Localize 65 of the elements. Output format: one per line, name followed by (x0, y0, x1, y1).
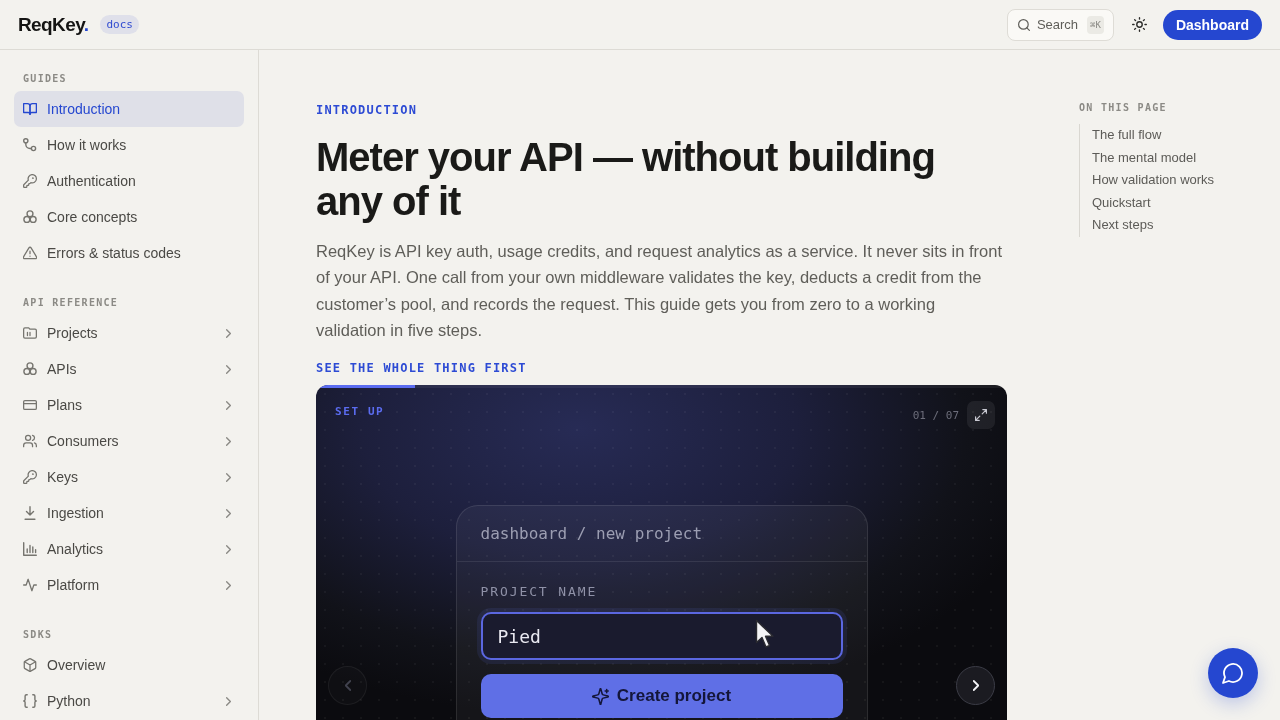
section-label: GUIDES (23, 73, 68, 85)
intro-paragraph: ReqKey is API key auth, usage credits, and request analytics as a service. It never sits in front of your API. One call from your own middleware validates the key, deducts a credit from the customer’s pool, and records the request. This guide gets you from zero to a working validation in five steps. (316, 241, 1003, 341)
search-icon (1017, 18, 1030, 31)
sidebar-item[interactable]: APIs (14, 351, 244, 387)
toc-link[interactable]: The full flow (1092, 127, 1162, 142)
shortcut-key: ⌘K (1087, 15, 1104, 34)
box-icon (23, 658, 37, 672)
toc-link[interactable]: How validation works (1092, 172, 1215, 187)
circles-icon (23, 210, 37, 224)
toc-link[interactable]: Next steps (1092, 217, 1154, 232)
chat-button[interactable] (1208, 648, 1258, 698)
nodes-icon (23, 138, 37, 152)
download-icon (23, 506, 37, 520)
book-icon (23, 102, 37, 116)
sidebar-item[interactable]: Platform (14, 567, 244, 603)
section-label: SEE THE WHOLE THING FIRST (316, 360, 528, 377)
key-icon (23, 174, 37, 188)
step-counter: 01 / 07 (912, 408, 959, 422)
key-icon (23, 470, 37, 484)
logo[interactable]: ReqKey. (18, 13, 89, 36)
pulse-icon (23, 578, 37, 592)
cursor-icon (755, 619, 775, 650)
sparkle-icon (591, 687, 609, 705)
step-label: SET UP (335, 405, 385, 420)
badge: docs (100, 15, 139, 34)
sidebar-item[interactable]: Analytics (14, 531, 244, 567)
search-button[interactable]: Search ⌘K (1006, 8, 1114, 41)
sidebar-item[interactable]: Plans (14, 387, 244, 423)
chevron-left-icon (344, 680, 351, 692)
sun-icon (1131, 17, 1147, 32)
warning-icon (23, 246, 37, 260)
sidebar-item[interactable]: Authentication (14, 163, 244, 199)
breadcrumb: dashboard / new project (456, 506, 867, 563)
field-label: PROJECT NAME (480, 584, 599, 601)
sidebar-item[interactable]: Errors & status codes (14, 235, 244, 271)
sidebar-item[interactable]: Overview (14, 647, 244, 683)
sidebar-item[interactable]: Keys (14, 459, 244, 495)
theme-toggle-button[interactable] (1131, 17, 1147, 32)
card-icon (23, 398, 37, 412)
expand-icon (975, 409, 987, 422)
braces-icon (23, 694, 37, 708)
folder-icon (23, 326, 37, 340)
sidebar-item[interactable]: Ingestion (14, 495, 244, 531)
bar-chart-icon (23, 542, 37, 556)
sidebar-item[interactable]: Projects (14, 315, 244, 351)
sidebar-item[interactable]: Core concepts (14, 199, 244, 235)
page-title: Meter your API — without building any of it (316, 135, 936, 223)
section-label: API REFERENCE (23, 297, 120, 309)
sidebar-item[interactable]: Consumers (14, 423, 244, 459)
toc-link[interactable]: The mental model (1092, 149, 1197, 165)
sidebar-item[interactable]: How it works (14, 127, 244, 163)
expand-button[interactable] (967, 401, 995, 430)
eyebrow-label: INTRODUCTION (316, 102, 419, 118)
circles-icon (23, 362, 37, 376)
dashboard-button[interactable]: Dashboard (1162, 9, 1262, 40)
sidebar-item[interactable]: Python (14, 683, 244, 719)
input-field[interactable]: Pied (480, 612, 843, 661)
sidebar-item[interactable]: Introduction (14, 91, 244, 127)
chevron-right-icon (972, 680, 979, 692)
create-project-button[interactable]: Create project (480, 674, 843, 719)
toc-link[interactable]: Quickstart (1092, 194, 1151, 210)
toc-title: ON THIS PAGE (1079, 102, 1168, 114)
section-label: SDKS (23, 629, 54, 641)
users-icon (23, 434, 37, 448)
chat-icon (1222, 662, 1244, 684)
